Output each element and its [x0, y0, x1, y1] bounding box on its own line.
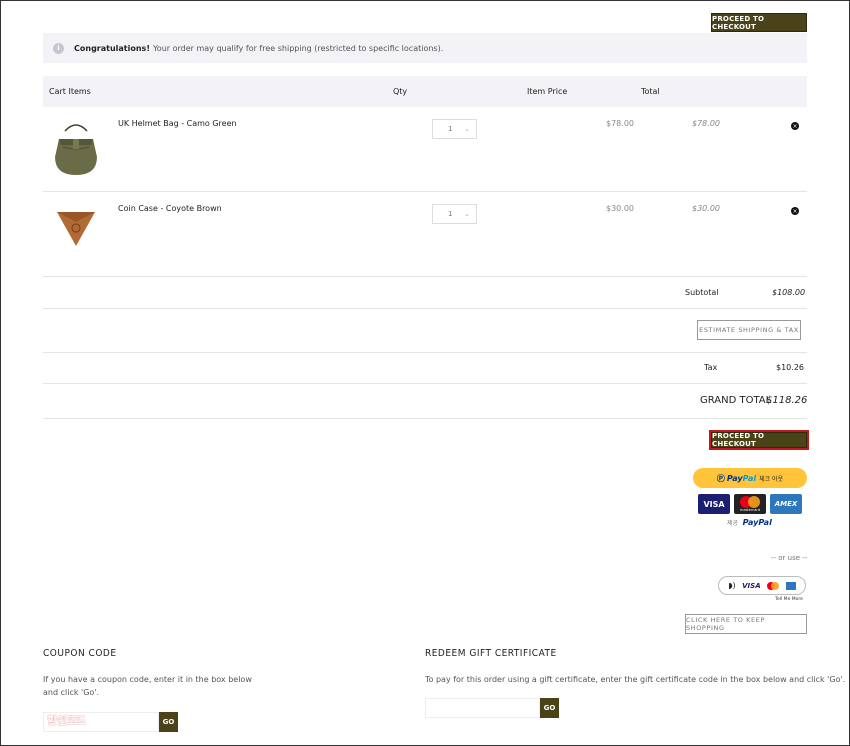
paypal-pal-text: Pal [742, 473, 757, 483]
cart-table-header: Cart Items Qty Item Price Total [43, 76, 807, 107]
item-total: $30.00 [692, 204, 720, 213]
visa-checkout-button[interactable]: ◗) VISA [718, 576, 806, 595]
paypal-pay-text: Pay [726, 473, 743, 483]
gift-go-button[interactable]: GO [540, 698, 559, 718]
contactless-icon: ◗) [728, 581, 736, 590]
paypal-logo-icon: Ⓟ [716, 473, 725, 483]
table-row: UK Helmet Bag - Camo Green 1 ⌄ $78.00 $78… [43, 107, 807, 192]
item-price: $30.00 [606, 204, 634, 213]
product-name[interactable]: UK Helmet Bag - Camo Green [118, 119, 237, 128]
item-price: $78.00 [606, 119, 634, 128]
subtotal-value: $108.00 [772, 288, 806, 297]
table-row: Coin Case - Coyote Brown 1 ⌄ $30.00 $30.0… [43, 192, 807, 277]
proceed-to-checkout-top-button[interactable]: PROCEED TO CHECKOUT [711, 13, 807, 32]
coupon-instructions: If you have a coupon code, enter it in t… [43, 673, 252, 699]
coupon-overlay-label: 할인코드 [47, 714, 86, 727]
info-icon: i [53, 42, 64, 54]
coupon-go-button[interactable]: GO [159, 712, 178, 732]
visa-card-icon: VISA [698, 494, 730, 514]
header-qty: Qty [393, 87, 408, 96]
paypal-checkout-button[interactable]: Ⓟ Pay Pal 체크 아웃 [693, 468, 807, 488]
product-name[interactable]: Coin Case - Coyote Brown [118, 204, 222, 213]
header-item-price: Item Price [527, 87, 568, 96]
free-shipping-notice: i Congratulations! Your order may qualif… [43, 33, 807, 63]
coupon-text-line1: If you have a coupon code, enter it in t… [43, 675, 252, 684]
tax-row: Tax $10.26 [43, 353, 807, 384]
mastercard-text: mastercard [740, 508, 760, 512]
chevron-down-icon: ⌄ [464, 210, 470, 218]
powered-prefix: 제공 [727, 520, 739, 527]
notice-bold: Congratulations! [74, 43, 150, 53]
amex-small-icon [785, 581, 796, 590]
quantity-select[interactable]: 1 ⌄ [432, 119, 477, 139]
grand-total-label: GRAND TOTAL [700, 395, 772, 406]
gift-certificate-input[interactable] [425, 698, 540, 718]
amex-text: AMEX [774, 500, 798, 508]
coupon-text-line2: and click 'Go'. [43, 688, 100, 697]
notice-text: Your order may qualify for free shipping… [152, 43, 444, 53]
tax-label: Tax [704, 363, 718, 372]
coupon-code-title: COUPON CODE [43, 648, 117, 659]
tell-me-more-link[interactable]: Tell Me More [775, 597, 803, 602]
mastercard-circles-icon [740, 496, 760, 508]
subtotal-row: Subtotal $108.00 [43, 277, 807, 309]
estimate-row [43, 309, 807, 353]
header-cart-items: Cart Items [49, 87, 91, 96]
wallet-visa-text: VISA [742, 581, 761, 590]
visa-text: VISA [703, 499, 725, 509]
quantity-value: 1 [448, 210, 453, 218]
proceed-to-checkout-bottom-button[interactable]: PROCEED TO CHECKOUT [711, 432, 807, 448]
gift-instructions: To pay for this order using a gift certi… [425, 675, 846, 684]
chevron-down-icon: ⌄ [464, 125, 470, 133]
estimate-shipping-button[interactable]: ESTIMATE SHIPPING & TAX [697, 320, 801, 340]
helmet-bag-image[interactable] [51, 117, 101, 177]
quantity-select[interactable]: 1 ⌄ [432, 204, 477, 224]
or-use-text: -- or use -- [771, 554, 808, 562]
item-total: $78.00 [692, 119, 720, 128]
grand-total-value: $118.26 [766, 395, 808, 406]
header-total: Total [641, 87, 660, 96]
keep-shopping-button[interactable]: CLICK HERE TO KEEP SHOPPING [685, 614, 807, 634]
mastercard-small-icon [767, 581, 780, 590]
paypal-checkout-korean: 체크 아웃 [759, 475, 784, 483]
powered-by-paypal: 제공 PayPal [727, 518, 772, 527]
gift-certificate-title: REDEEM GIFT CERTIFICATE [425, 648, 557, 659]
tax-value: $10.26 [776, 363, 804, 372]
remove-item-icon[interactable]: × [791, 122, 799, 130]
amex-card-icon: AMEX [770, 494, 802, 514]
grand-total-row: GRAND TOTAL $118.26 [43, 384, 807, 419]
remove-item-icon[interactable]: × [791, 207, 799, 215]
quantity-value: 1 [448, 125, 453, 133]
coin-case-image[interactable] [53, 208, 99, 248]
mastercard-icon: mastercard [734, 494, 766, 514]
subtotal-label: Subtotal [685, 288, 719, 297]
powered-brand: PayPal [742, 518, 772, 527]
